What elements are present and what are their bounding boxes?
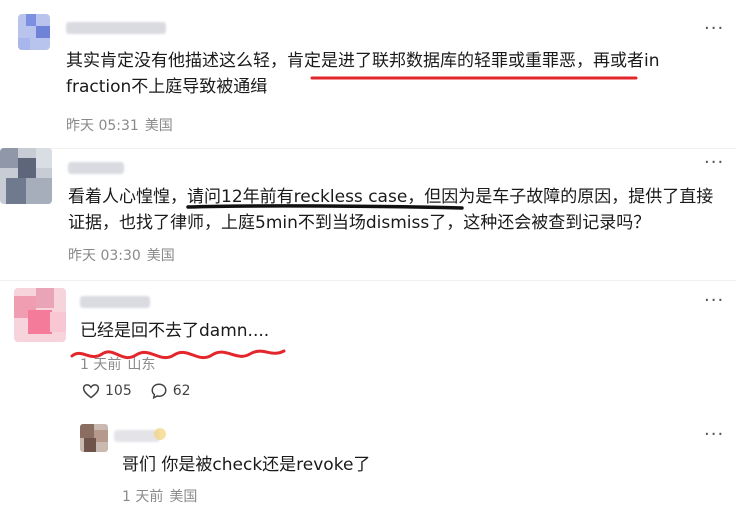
avatar[interactable]	[18, 14, 50, 50]
avatar[interactable]	[14, 288, 66, 342]
comment-button[interactable]: 62	[150, 382, 191, 400]
more-dots-icon[interactable]: ···	[704, 20, 724, 38]
avatar[interactable]	[0, 148, 52, 204]
avatar-pixel-icon	[18, 14, 50, 50]
comment-text: 其实肯定没有他描述这么轻，肯定是进了联邦数据库的轻罪或重罪恶，再或者in	[66, 51, 660, 71]
username-blurred[interactable]	[66, 22, 166, 34]
avatar[interactable]	[80, 424, 108, 452]
comment-meta: 昨天 05:31 美国	[66, 115, 179, 135]
comment-meta: 昨天 03:30 美国	[68, 245, 181, 265]
location: 美国	[169, 489, 198, 505]
more-dots-icon[interactable]: ···	[704, 154, 724, 172]
avatar-pixel-icon	[80, 424, 108, 452]
comment-text: fraction不上庭导致被通缉	[66, 77, 268, 97]
reply-text: 哥们 你是被check还是revoke了	[122, 455, 371, 475]
username-blurred[interactable]	[68, 162, 124, 174]
timestamp: 1 天前	[122, 489, 164, 505]
black-underline	[186, 204, 464, 210]
comment-count: 62	[172, 383, 191, 399]
heart-icon	[82, 384, 100, 399]
reply-meta: 1 天前 美国	[122, 486, 203, 506]
comment-text: 已经是回不去了damn....	[80, 321, 270, 341]
timestamp: 昨天 05:31	[66, 118, 139, 134]
red-wavy-underline	[70, 349, 286, 360]
like-count: 105	[105, 383, 132, 399]
comment-bubble-icon	[151, 383, 167, 400]
avatar-pixel-icon	[14, 288, 66, 342]
like-button[interactable]: 105	[82, 383, 132, 399]
red-underline	[310, 76, 638, 80]
avatar-pixel-icon	[0, 148, 52, 204]
location: 美国	[146, 248, 175, 264]
more-dots-icon[interactable]: ···	[704, 292, 724, 310]
location: 美国	[144, 118, 173, 134]
divider	[0, 280, 736, 281]
comment-actions: 105 62	[82, 382, 191, 400]
badge-icon	[154, 428, 166, 440]
comment-text: 证据，也找了律师，上庭5min不到当场dismiss了，这种还会被查到记录吗？	[68, 213, 651, 233]
more-dots-icon[interactable]: ···	[704, 426, 724, 444]
username-blurred[interactable]	[80, 296, 150, 308]
timestamp: 昨天 03:30	[68, 248, 141, 264]
divider	[0, 148, 736, 149]
